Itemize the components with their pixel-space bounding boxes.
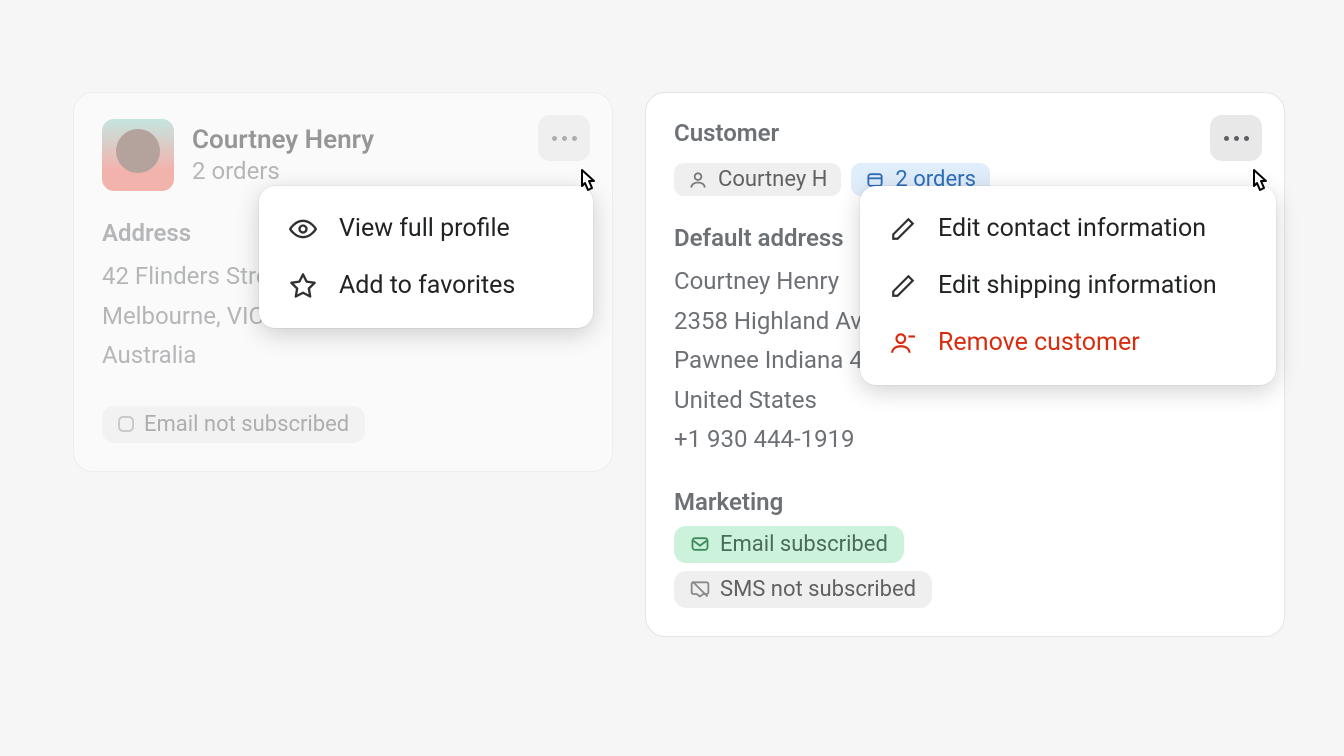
badge-row: Email subscribed	[674, 526, 1256, 563]
more-actions-button[interactable]	[538, 115, 590, 161]
customer-name: Courtney Henry	[192, 125, 374, 155]
square-icon	[118, 416, 134, 432]
address-line: +1 930 444-1919	[674, 420, 1256, 460]
badge-label: SMS not subscribed	[720, 577, 916, 602]
chip-label: Courtney H	[718, 167, 827, 192]
menu-item-label: Add to favorites	[339, 271, 515, 300]
edit-contact-info-item[interactable]: Edit contact information	[860, 200, 1276, 257]
pencil-icon	[890, 273, 916, 299]
edit-shipping-info-item[interactable]: Edit shipping information	[860, 257, 1276, 314]
orders-count: 2 orders	[192, 157, 374, 185]
badge-label: Email subscribed	[720, 532, 888, 557]
cursor-pointer-icon	[1244, 166, 1274, 204]
address-line: United States	[674, 381, 1256, 421]
badge-label: Email not subscribed	[144, 412, 349, 437]
customer-info: Courtney Henry 2 orders	[192, 125, 374, 185]
badge-row: SMS not subscribed	[674, 571, 1256, 608]
avatar	[102, 119, 174, 191]
menu-item-label: Edit shipping information	[938, 271, 1217, 300]
remove-customer-item[interactable]: Remove customer	[860, 314, 1276, 371]
address-line: Australia	[102, 336, 584, 376]
menu-item-label: Remove customer	[938, 328, 1140, 357]
customer-header: Courtney Henry 2 orders	[102, 119, 584, 191]
menu-item-label: Edit contact information	[938, 214, 1206, 243]
email-subscription-badge: Email not subscribed	[102, 406, 365, 443]
card-heading: Customer	[674, 119, 1256, 147]
ellipsis-icon	[552, 136, 577, 141]
eye-icon	[289, 215, 317, 243]
person-icon	[688, 170, 708, 190]
email-subscribed-badge: Email subscribed	[674, 526, 904, 563]
marketing-label: Marketing	[674, 488, 1256, 516]
customer-name-chip[interactable]: Courtney H	[674, 163, 841, 196]
chat-off-icon	[690, 579, 710, 599]
actions-popover: View full profile Add to favorites	[259, 186, 593, 328]
badge-row: Email not subscribed	[102, 406, 584, 443]
ellipsis-icon	[1224, 136, 1249, 141]
sms-not-subscribed-badge: SMS not subscribed	[674, 571, 932, 608]
mail-icon	[690, 534, 710, 554]
more-actions-button[interactable]	[1210, 115, 1262, 161]
view-full-profile-item[interactable]: View full profile	[259, 200, 593, 257]
actions-popover: Edit contact information Edit shipping i…	[860, 186, 1276, 385]
cursor-pointer-icon	[572, 166, 602, 204]
menu-item-label: View full profile	[339, 214, 510, 243]
add-to-favorites-item[interactable]: Add to favorites	[259, 257, 593, 314]
pencil-icon	[890, 216, 916, 242]
person-remove-icon	[890, 330, 916, 356]
star-icon	[289, 272, 317, 300]
